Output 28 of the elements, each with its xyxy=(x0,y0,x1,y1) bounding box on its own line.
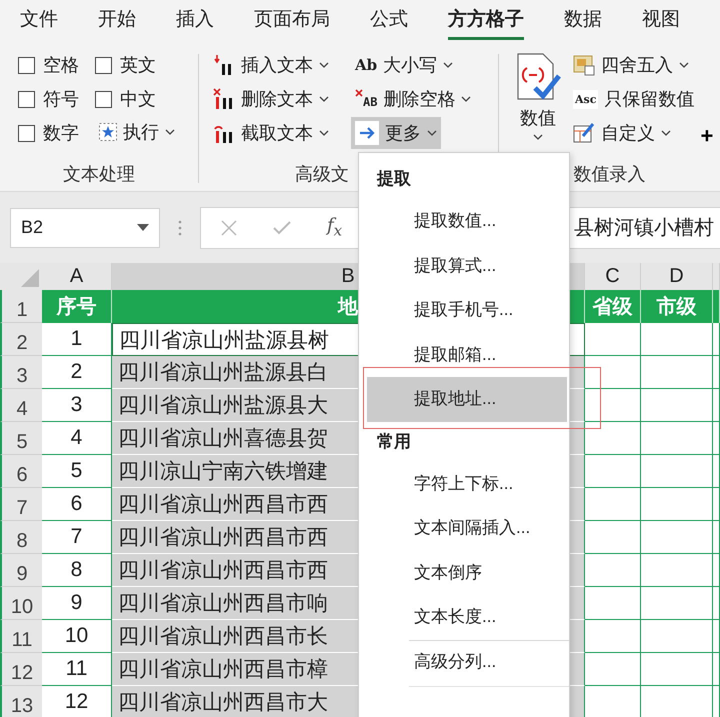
table-cell: 11 xyxy=(42,653,112,686)
table-cell: 6 xyxy=(42,488,112,521)
table-cell: 1 xyxy=(42,323,112,356)
table-cell: 12 xyxy=(42,686,112,717)
checkbox-label: 数字 xyxy=(43,122,79,145)
menu-section-title: 常用 xyxy=(376,430,412,452)
table-cell: 3 xyxy=(42,389,112,422)
checkbox-label: 空格 xyxy=(43,54,79,77)
group-label: 数值录入 xyxy=(572,163,646,186)
formula-text: 县树河镇小槽村 xyxy=(574,216,715,241)
checkbox-label: 英文 xyxy=(120,54,156,77)
group-label: 文本处理 xyxy=(62,163,136,186)
case-icon: Ab xyxy=(355,56,378,74)
table-cell: 5 xyxy=(42,455,112,488)
table-cell: 7 xyxy=(42,521,112,554)
table-cell: 2 xyxy=(42,356,112,389)
table-cell: 10 xyxy=(42,620,112,653)
table-cell: 8 xyxy=(42,554,112,587)
header-cell: 省级 xyxy=(585,290,641,323)
menu-section-title: 提取 xyxy=(376,168,412,190)
header-cell: 序号 xyxy=(42,290,112,323)
checkbox-label: 符号 xyxy=(43,88,79,111)
table-cell: 9 xyxy=(42,587,112,620)
group-label: 高级文 xyxy=(295,163,349,186)
table-cell: 4 xyxy=(42,422,112,455)
text-icon: Asc xyxy=(573,90,598,108)
checkbox-label: 中文 xyxy=(120,88,156,111)
header-cell: 市级 xyxy=(641,290,713,323)
